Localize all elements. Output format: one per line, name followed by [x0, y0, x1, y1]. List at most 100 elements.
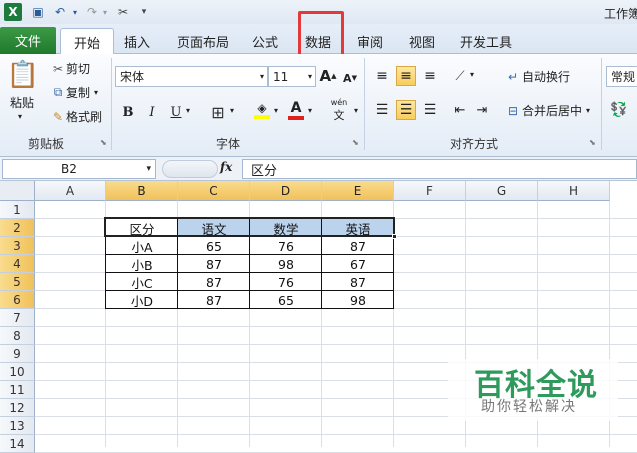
tab-view[interactable]: 视图 — [402, 28, 442, 54]
font-color-button[interactable]: A — [286, 100, 306, 120]
phonetic-button[interactable]: wén 文 — [326, 98, 352, 122]
decrease-indent-button[interactable]: ⇤ — [450, 100, 470, 120]
font-color-dropdown-icon[interactable]: ▾ — [308, 106, 312, 115]
column-header-f[interactable]: F — [394, 181, 466, 201]
orientation-dropdown-icon[interactable]: ▾ — [470, 70, 474, 79]
font-size-select[interactable]: 11 ▾ — [268, 66, 316, 87]
borders-button[interactable]: ⊞ — [208, 102, 228, 122]
table-cell[interactable]: 小D — [106, 291, 178, 309]
increase-indent-button[interactable]: ⇥ — [472, 100, 492, 120]
formula-bar-expander[interactable] — [162, 160, 218, 178]
table-cell[interactable]: 87 — [178, 273, 250, 291]
font-launcher-icon[interactable]: ⬊ — [352, 138, 359, 147]
tab-page-layout[interactable]: 页面布局 — [170, 28, 236, 54]
borders-dropdown-icon[interactable]: ▾ — [230, 106, 234, 115]
fill-color-button[interactable]: ◈ — [252, 100, 272, 120]
column-header-a[interactable]: A — [35, 181, 106, 201]
row-header-11[interactable]: 11 — [0, 381, 35, 399]
cut-button[interactable]: ✂ 剪切 — [50, 60, 90, 77]
tab-developer[interactable]: 开发工具 — [454, 28, 518, 54]
column-header-h[interactable]: H — [538, 181, 610, 201]
paste-button[interactable]: 粘贴 — [10, 94, 34, 111]
table-cell[interactable]: 98 — [250, 255, 322, 273]
row-header-3[interactable]: 3 — [0, 237, 35, 255]
align-right-button[interactable]: ☰ — [420, 100, 440, 120]
fill-color-dropdown-icon[interactable]: ▾ — [274, 106, 278, 115]
align-left-button[interactable]: ☰ — [372, 100, 392, 120]
column-header-b[interactable]: B — [106, 181, 178, 201]
table-cell[interactable]: 小C — [106, 273, 178, 291]
name-box[interactable]: B2 ▾ — [2, 159, 156, 179]
table-cell[interactable]: 76 — [250, 237, 322, 255]
number-format-select[interactable]: 常规 — [606, 66, 637, 87]
row-header-12[interactable]: 12 — [0, 399, 35, 417]
column-header-g[interactable]: G — [466, 181, 538, 201]
shrink-font-button[interactable]: A ▼ — [340, 68, 360, 88]
select-all-corner[interactable] — [0, 181, 35, 201]
row-header-10[interactable]: 10 — [0, 363, 35, 381]
font-name-select[interactable]: 宋体 ▾ — [115, 66, 268, 87]
undo-dropdown-icon[interactable]: ▾ — [70, 3, 80, 21]
row-header-9[interactable]: 9 — [0, 345, 35, 363]
table-cell[interactable]: 87 — [322, 273, 394, 291]
row-header-14[interactable]: 14 — [0, 435, 35, 453]
wrap-text-button[interactable]: ↵ 自动换行 — [504, 68, 570, 85]
align-center-button[interactable]: ☰ — [396, 100, 416, 120]
clipboard-launcher-icon[interactable]: ⬊ — [100, 138, 107, 147]
currency-format-icon[interactable]: 💱 — [610, 102, 627, 118]
tab-formulas[interactable]: 公式 — [244, 28, 286, 54]
copy-label: 复制 — [66, 86, 91, 100]
paste-dropdown-icon[interactable]: ▾ — [18, 112, 22, 121]
row-header-7[interactable]: 7 — [0, 309, 35, 327]
alignment-launcher-icon[interactable]: ⬊ — [589, 138, 596, 147]
tab-insert[interactable]: 插入 — [114, 28, 160, 54]
paste-icon[interactable]: 📋 — [6, 58, 40, 92]
align-top-button[interactable]: ≡ — [372, 66, 392, 86]
tab-home[interactable]: 开始 — [60, 28, 114, 55]
table-cell[interactable]: 87 — [178, 255, 250, 273]
tab-file[interactable]: 文件 — [0, 27, 56, 54]
excel-logo-icon[interactable]: X — [4, 3, 22, 21]
table-cell[interactable]: 98 — [322, 291, 394, 309]
bold-button[interactable]: B — [118, 102, 138, 122]
table-cell[interactable]: 76 — [250, 273, 322, 291]
italic-button[interactable]: I — [142, 102, 162, 122]
table-cell[interactable]: 87 — [322, 237, 394, 255]
align-bottom-button[interactable]: ≡ — [420, 66, 440, 86]
table-cell[interactable]: 65 — [178, 237, 250, 255]
underline-dropdown-icon[interactable]: ▾ — [186, 106, 190, 115]
row-header-13[interactable]: 13 — [0, 417, 35, 435]
row-header-2[interactable]: 2 — [0, 219, 35, 237]
column-header-e[interactable]: E — [322, 181, 394, 201]
tab-review[interactable]: 审阅 — [350, 28, 390, 54]
grow-font-button[interactable]: A ▲ — [318, 66, 338, 86]
table-cell[interactable]: 67 — [322, 255, 394, 273]
redo-dropdown-icon[interactable]: ▾ — [100, 3, 110, 21]
format-painter-button[interactable]: ✎ 格式刷 — [50, 108, 102, 125]
insert-function-button[interactable]: fx — [220, 160, 232, 174]
table-cell[interactable]: 87 — [178, 291, 250, 309]
row-header-8[interactable]: 8 — [0, 327, 35, 345]
orientation-button[interactable]: ⟋ — [450, 66, 470, 86]
row-header-6[interactable]: 6 — [0, 291, 35, 309]
table-cell[interactable]: 65 — [250, 291, 322, 309]
formula-input[interactable]: 区分 — [242, 159, 637, 179]
redo-icon[interactable]: ↷ — [84, 3, 100, 21]
copy-button[interactable]: ⧉ 复制 ▾ — [50, 84, 98, 101]
save-icon[interactable]: ▣ — [30, 3, 46, 21]
table-cell[interactable]: 小A — [106, 237, 178, 255]
column-header-d[interactable]: D — [250, 181, 322, 201]
merge-center-button[interactable]: ⊟ 合并后居中 ▾ — [504, 102, 590, 119]
undo-icon[interactable]: ↶ — [52, 3, 68, 21]
customize-toolbar-icon[interactable]: ▾ — [138, 3, 150, 21]
underline-button[interactable]: U — [166, 102, 186, 122]
phonetic-dropdown-icon[interactable]: ▾ — [354, 106, 358, 115]
row-header-1[interactable]: 1 — [0, 201, 35, 219]
tools-icon[interactable]: ✂ — [114, 3, 132, 21]
column-header-c[interactable]: C — [178, 181, 250, 201]
row-header-5[interactable]: 5 — [0, 273, 35, 291]
fill-handle[interactable] — [392, 234, 397, 239]
align-middle-button[interactable]: ≡ — [396, 66, 416, 86]
row-header-4[interactable]: 4 — [0, 255, 35, 273]
table-cell[interactable]: 小B — [106, 255, 178, 273]
